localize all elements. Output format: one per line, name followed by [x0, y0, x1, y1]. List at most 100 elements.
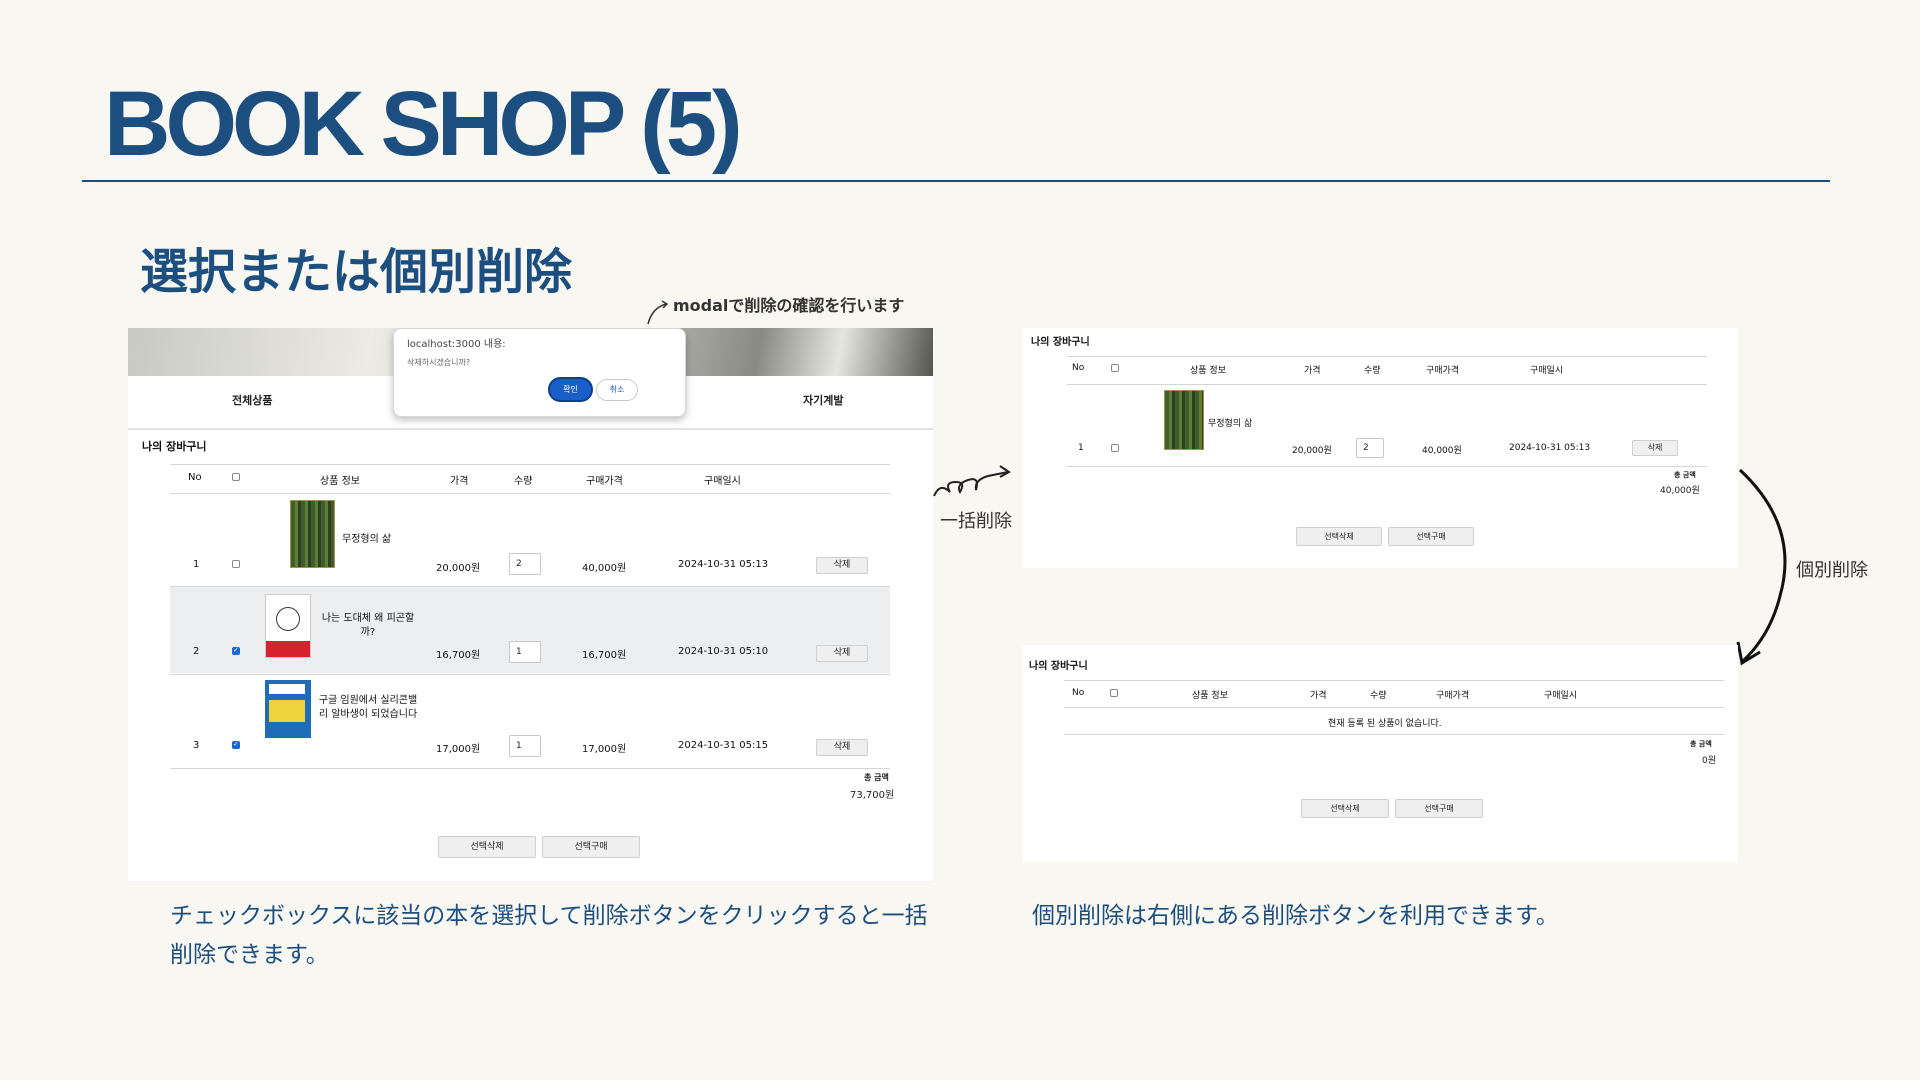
modal-pointer-arrow: [647, 300, 669, 325]
row-divider: [170, 768, 890, 769]
table-top-rule: [1064, 680, 1724, 681]
select-all-checkbox[interactable]: [232, 473, 240, 481]
section-heading: 選択または個別削除: [140, 244, 573, 300]
header-info: 상품 정보: [1190, 366, 1226, 376]
book-cover-image: [1164, 390, 1204, 450]
row-checkbox[interactable]: [232, 560, 240, 568]
dialog-cancel-button[interactable]: 취소: [596, 379, 638, 401]
nav-self-development[interactable]: 자기계발: [803, 392, 843, 408]
header-price: 가격: [1304, 366, 1321, 376]
cart-after-single-delete: 나의 장바구니 No 상품 정보 가격 수량 구매가격 구매일시 현재 등록 된…: [1022, 645, 1738, 862]
nav-all-products[interactable]: 전체상품: [232, 392, 272, 408]
nav-divider: [128, 428, 933, 430]
row-divider: [170, 674, 890, 675]
cart-title: 나의 장바구니: [1029, 661, 1088, 672]
header-date: 구매일시: [1544, 691, 1578, 701]
header-date: 구매일시: [1530, 366, 1564, 376]
quantity-input[interactable]: 2: [509, 553, 541, 575]
row-delete-button[interactable]: 삭제: [1632, 440, 1678, 456]
row-delete-button[interactable]: 삭제: [816, 557, 868, 574]
cart-title: 나의 장바구니: [142, 440, 207, 453]
header-rule: [170, 493, 890, 494]
total-amount: 73,700원: [850, 790, 895, 801]
dialog-message: 삭제하시겠습니까?: [407, 358, 471, 367]
row-buy-price: 17,000원: [582, 744, 627, 755]
row-delete-button[interactable]: 삭제: [816, 739, 868, 756]
row-date: 2024-10-31 05:13: [678, 559, 769, 570]
row-buy-price: 40,000원: [1422, 446, 1462, 456]
row-price: 20,000원: [1292, 446, 1332, 456]
delete-selected-button[interactable]: 선택삭제: [1296, 527, 1382, 546]
single-delete-arrow: [1736, 468, 1787, 666]
row-price: 17,000원: [436, 744, 481, 755]
header-buy-price: 구매가격: [1436, 691, 1470, 701]
header-date: 구매일시: [704, 476, 741, 487]
dialog-ok-button[interactable]: 확인: [548, 377, 593, 402]
header-no: No: [188, 472, 202, 483]
book-cover-image: [290, 500, 335, 568]
row-checkbox-checked[interactable]: [232, 740, 240, 749]
row-price: 20,000원: [436, 563, 481, 574]
row-price: 16,700원: [436, 650, 481, 661]
row-date: 2024-10-31 05:10: [678, 646, 769, 657]
row-no: 1: [1078, 443, 1084, 453]
header-rule: [1067, 384, 1707, 385]
header-info: 상품 정보: [1192, 691, 1228, 701]
header-rule: [1064, 707, 1724, 708]
dialog-title: localhost:3000 내용:: [407, 339, 506, 350]
row-delete-button[interactable]: 삭제: [816, 645, 868, 662]
quantity-input[interactable]: 1: [509, 641, 541, 663]
buy-selected-button[interactable]: 선택구매: [542, 836, 640, 858]
delete-selected-button[interactable]: 선택삭제: [438, 836, 536, 858]
select-all-checkbox[interactable]: [1111, 364, 1119, 372]
cart-after-bulk-delete: 나의 장바구니 No 상품 정보 가격 수량 구매가격 구매일시 1 무정형의 …: [1022, 328, 1738, 568]
book-title: 구글 임원에서 실리콘밸리 알바생이 되었습니다: [318, 695, 418, 720]
row-checkbox[interactable]: [1111, 444, 1119, 452]
header-qty: 수량: [1370, 691, 1387, 701]
single-delete-note: 個別削除: [1796, 560, 1868, 581]
modal-note: modalで削除の確認を行います: [673, 296, 905, 315]
select-all-checkbox[interactable]: [1110, 689, 1118, 697]
title-divider: [82, 180, 1830, 182]
row-divider: [1064, 734, 1724, 735]
bulk-delete-note: 一括削除: [940, 511, 1012, 532]
cart-title: 나의 장바구니: [1031, 337, 1090, 348]
delete-selected-button[interactable]: 선택삭제: [1301, 799, 1389, 818]
book-title: 무정형의 삶: [1208, 419, 1253, 429]
table-top-rule: [1067, 356, 1707, 357]
header-buy-price: 구매가격: [1426, 366, 1460, 376]
total-label: 총 금액: [1690, 740, 1712, 748]
header-qty: 수량: [1364, 366, 1381, 376]
buy-selected-button[interactable]: 선택구매: [1395, 799, 1483, 818]
header-price: 가격: [450, 476, 469, 487]
caption-left: チェックボックスに該当の本を選択して削除ボタンをクリックすると一括削除できます。: [170, 903, 928, 968]
book-title: 무정형의 삶: [342, 534, 392, 545]
header-no: No: [1072, 363, 1085, 373]
row-date: 2024-10-31 05:15: [678, 740, 769, 751]
book-title: 나는 도대체 왜 피곤할까?: [321, 613, 415, 638]
row-checkbox-checked[interactable]: [232, 646, 240, 655]
caption-right: 個別削除は右側にある削除ボタンを利用できます。: [1032, 903, 1559, 929]
total-label: 총 금액: [1674, 471, 1696, 479]
empty-cart-message: 현재 등록 된 상품이 없습니다.: [1328, 719, 1442, 729]
row-no: 3: [193, 740, 200, 751]
book-cover-image: [265, 594, 311, 658]
row-no: 1: [193, 559, 200, 570]
confirm-dialog: localhost:3000 내용: 삭제하시겠습니까? 확인 취소: [393, 328, 686, 417]
quantity-input[interactable]: 2: [1356, 438, 1384, 458]
slide-title: BOOK SHOP (5): [104, 73, 743, 175]
quantity-input[interactable]: 1: [509, 735, 541, 757]
row-buy-price: 40,000원: [582, 563, 627, 574]
row-divider: [1067, 466, 1707, 467]
table-top-rule: [170, 464, 890, 465]
bulk-delete-arrow: [933, 465, 1011, 497]
cart-screenshot-with-modal: 전체상품 자기계발 localhost:3000 내용: 삭제하시겠습니까? 확…: [128, 328, 933, 881]
header-qty: 수량: [514, 476, 533, 487]
header-price: 가격: [1310, 691, 1327, 701]
buy-selected-button[interactable]: 선택구매: [1388, 527, 1474, 546]
total-amount: 40,000원: [1660, 486, 1700, 496]
total-amount: 0원: [1702, 756, 1717, 766]
header-buy-price: 구매가격: [586, 476, 623, 487]
header-info: 상품 정보: [320, 476, 360, 487]
book-cover-image: [265, 680, 311, 738]
